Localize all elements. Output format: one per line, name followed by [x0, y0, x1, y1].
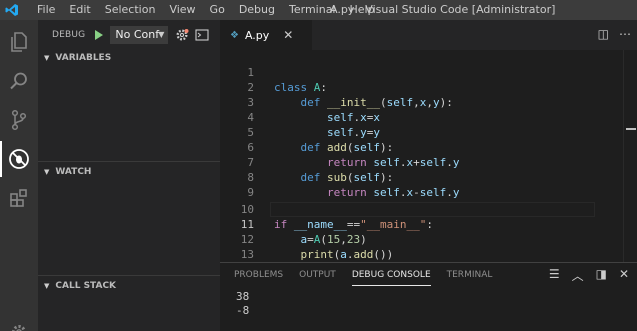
- editor-overview-ruler[interactable]: [623, 50, 637, 262]
- expanded-triangle-icon: ▼: [44, 168, 50, 176]
- menu-go[interactable]: Go: [203, 0, 232, 20]
- call-stack-section-title: CALL STACK: [55, 281, 117, 291]
- tab-problems[interactable]: PROBLEMS: [234, 263, 283, 287]
- title-bar: File Edit Selection View Go Debug Termin…: [0, 0, 637, 20]
- menu-bar: File Edit Selection View Go Debug Termin…: [24, 0, 382, 20]
- toggle-panel-position-icon[interactable]: ◨: [596, 267, 607, 284]
- code-line: 11 a=A(15,23): [220, 202, 620, 246]
- manage-gear-icon[interactable]: [7, 320, 31, 331]
- code-editor[interactable]: 1 class A: 2 def __init__(self,x,y): 3 s…: [220, 50, 637, 276]
- code-line: 4 self.y=y: [220, 95, 620, 139]
- debug-label: DEBUG: [52, 30, 86, 40]
- watch-section-header[interactable]: ▼ WATCH: [38, 162, 220, 182]
- debug-icon[interactable]: [0, 141, 31, 177]
- open-launch-json-button[interactable]: [174, 27, 190, 43]
- extensions-icon[interactable]: [7, 186, 31, 210]
- more-actions-icon[interactable]: ⋯: [619, 27, 631, 41]
- expanded-triangle-icon: ▼: [44, 282, 50, 290]
- code-line: 13 print(a.sub()): [220, 232, 620, 276]
- debug-console-button[interactable]: [194, 27, 210, 43]
- code-line: 1 class A:: [220, 50, 620, 94]
- panel-actions: ☰ ︿ ◨ ✕: [549, 267, 629, 284]
- tab-a-py[interactable]: ❖ A.py ✕: [220, 20, 312, 50]
- menu-selection[interactable]: Selection: [98, 0, 163, 20]
- python-file-icon: ❖: [230, 29, 239, 41]
- close-icon[interactable]: ✕: [283, 28, 293, 42]
- code-line: 7 def sub(self):: [220, 140, 620, 184]
- explorer-icon[interactable]: [7, 30, 31, 54]
- launch-config-value: No Conf: [115, 28, 160, 41]
- panel-tabs: PROBLEMS OUTPUT DEBUG CONSOLE TERMINAL: [234, 263, 508, 287]
- console-output-line: -8: [236, 304, 250, 317]
- debug-toolbar: DEBUG No Conf ▼: [38, 20, 220, 50]
- chevron-down-icon: ▼: [158, 30, 165, 39]
- code-line: 10 if __name__=="__main__":: [220, 187, 620, 231]
- console-output-line: 38: [236, 290, 250, 303]
- call-stack-section-header[interactable]: ▼ CALL STACK: [38, 276, 220, 296]
- code-line: 5 def add(self):: [220, 110, 620, 154]
- menu-edit[interactable]: Edit: [62, 0, 97, 20]
- code-line: 9: [220, 170, 620, 199]
- code-line: 8 return self.x-self.y: [220, 155, 620, 199]
- code-line: 12 print(a.add()): [220, 217, 620, 261]
- window-title: A.py - Visual Studio Code [Administrator…: [330, 3, 556, 16]
- menu-debug[interactable]: Debug: [232, 0, 282, 20]
- variables-section-title: VARIABLES: [55, 53, 112, 63]
- tab-output[interactable]: OUTPUT: [299, 263, 336, 287]
- line-number: 13: [240, 248, 254, 261]
- editor-tab-bar: ❖ A.py ✕ ◫ ⋯: [220, 20, 637, 50]
- search-icon[interactable]: [7, 69, 31, 93]
- maximize-panel-chevron-up-icon[interactable]: ︿: [572, 267, 584, 284]
- cursor-marker: [626, 128, 636, 130]
- bottom-panel: PROBLEMS OUTPUT DEBUG CONSOLE TERMINAL ☰…: [220, 262, 637, 331]
- source-control-icon[interactable]: [7, 108, 31, 132]
- clear-console-icon[interactable]: ☰: [549, 267, 560, 284]
- tab-label: A.py: [244, 28, 270, 42]
- debug-sidebar: DEBUG No Conf ▼ ▼ VARIABLES ▼ WATCH ▼ CA…: [38, 20, 220, 331]
- vscode-logo-icon: [0, 0, 24, 20]
- expanded-triangle-icon: ▼: [44, 54, 50, 62]
- start-debugging-button[interactable]: [94, 28, 106, 42]
- watch-section-title: WATCH: [55, 167, 92, 177]
- tab-debug-console[interactable]: DEBUG CONSOLE: [351, 263, 431, 287]
- code-line: 2 def __init__(self,x,y):: [220, 65, 620, 109]
- variables-section-header[interactable]: ▼ VARIABLES: [38, 48, 220, 68]
- activity-bar: [0, 20, 38, 331]
- menu-view[interactable]: View: [162, 0, 202, 20]
- tab-terminal[interactable]: TERMINAL: [447, 263, 493, 287]
- close-panel-icon[interactable]: ✕: [619, 267, 629, 284]
- editor-actions: ◫ ⋯: [598, 27, 631, 41]
- code-line: 6 return self.x+self.y: [220, 125, 620, 169]
- launch-config-select[interactable]: No Conf ▼: [110, 26, 169, 44]
- split-editor-icon[interactable]: ◫: [598, 27, 609, 41]
- code-line: 3 self.x=x: [220, 80, 620, 124]
- line-text: print(a.add()): [300, 248, 394, 261]
- menu-file[interactable]: File: [30, 0, 62, 20]
